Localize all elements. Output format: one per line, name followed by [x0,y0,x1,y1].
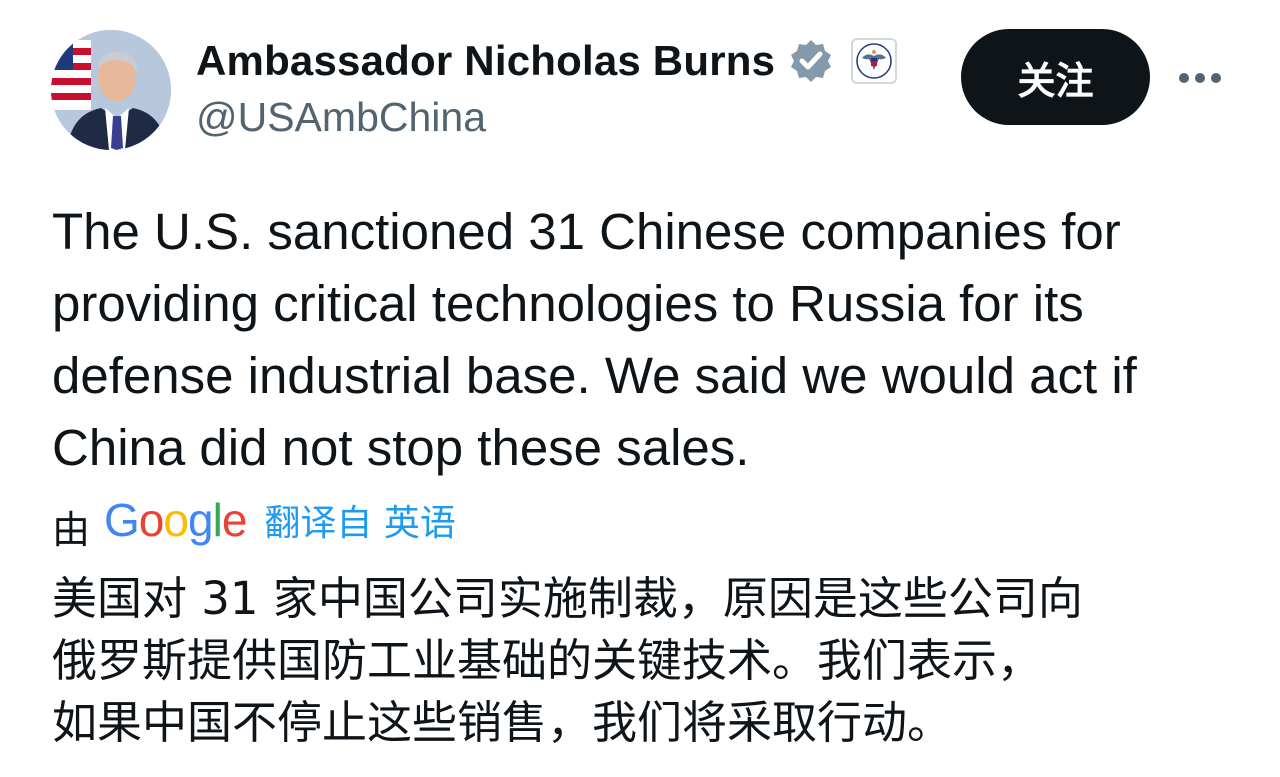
more-options-icon[interactable] [1170,58,1230,98]
google-logo-letter: G [104,494,140,546]
author-name-row: Ambassador Nicholas Burns [196,34,898,88]
author-display-name[interactable]: Ambassador Nicholas Burns [196,37,775,85]
google-logo-letter: l [212,494,223,546]
translated-by-label: 由 [52,507,91,552]
us-state-department-seal-icon[interactable] [851,38,898,84]
tweet-text-line: The U.S. sanctioned 31 Chinese companies… [52,203,1121,260]
translation-attribution: 由 Google 翻译自 英语 [52,490,456,552]
avatar[interactable] [51,30,171,150]
tweet-text-line: defense industrial base. We said we woul… [52,347,1137,404]
google-logo-letter: g [187,494,214,546]
google-logo-letter: o [163,494,189,546]
translated-text-line: 美国对 31 家中国公司实施制裁，原因是这些公司向 [52,572,1083,625]
tweet-text: The U.S. sanctioned 31 Chinese companies… [52,196,1242,484]
translated-text-line: 如果中国不停止这些销售，我们将采取行动。 [52,696,953,749]
follow-button[interactable]: 关注 [961,29,1150,125]
tweet-text-line: China did not stop these sales. [52,419,750,476]
google-logo: Google [104,493,248,547]
verified-badge-icon[interactable] [787,37,835,85]
google-logo-letter: e [221,494,248,546]
author-handle[interactable]: @USAmbChina [196,94,486,141]
tweet-text-line: providing critical technologies to Russi… [52,275,1084,332]
translated-text-line: 俄罗斯提供国防工业基础的关键技术。我们表示， [52,634,1043,687]
google-logo-letter: o [138,494,165,546]
translated-from-link[interactable]: 翻译自 英语 [264,494,455,546]
translated-tweet-text: 美国对 31 家中国公司实施制裁，原因是这些公司向 俄罗斯提供国防工业基础的关键… [52,568,1252,754]
avatar-photo [51,30,171,150]
